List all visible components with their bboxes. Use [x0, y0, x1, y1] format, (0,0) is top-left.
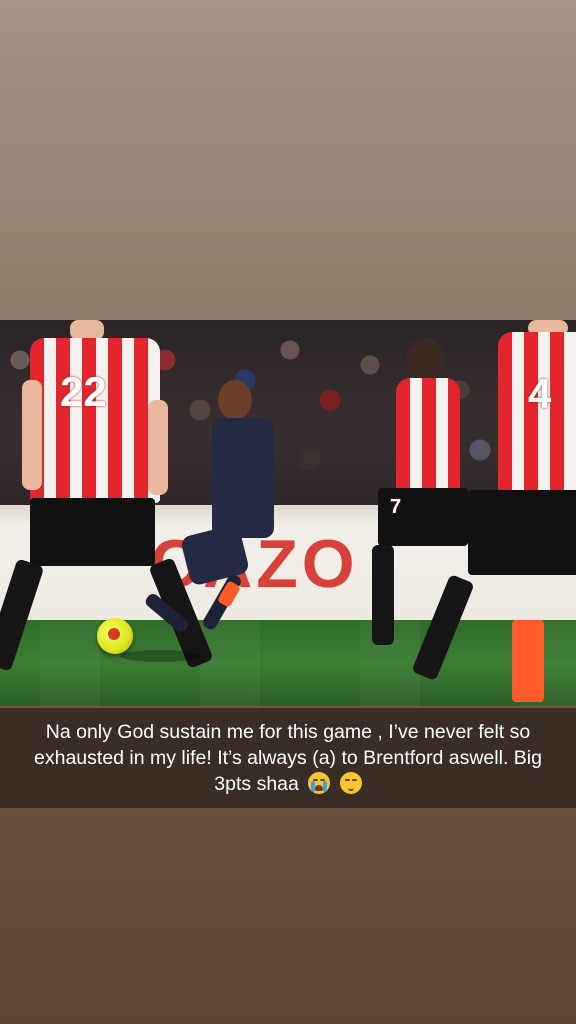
loudly-crying-face-emoji: [308, 772, 331, 794]
relieved-sweat-face-emoji: [339, 772, 362, 794]
pitch-grass: [0, 620, 576, 706]
caption-text: Na only God sustain me for this game , I…: [34, 721, 542, 795]
story-caption: Na only God sustain me for this game , I…: [18, 719, 558, 797]
shirt-number-4: 4: [528, 370, 552, 417]
instagram-story[interactable]: CAZO 22 14: [0, 0, 576, 1024]
shorts-number-7: 7: [390, 496, 402, 518]
soccer-ball: [97, 618, 133, 654]
shirt-number-22: 22: [60, 368, 107, 415]
match-photo: CAZO 22 14: [0, 320, 576, 706]
caption-band: Na only God sustain me for this game , I…: [0, 708, 576, 808]
